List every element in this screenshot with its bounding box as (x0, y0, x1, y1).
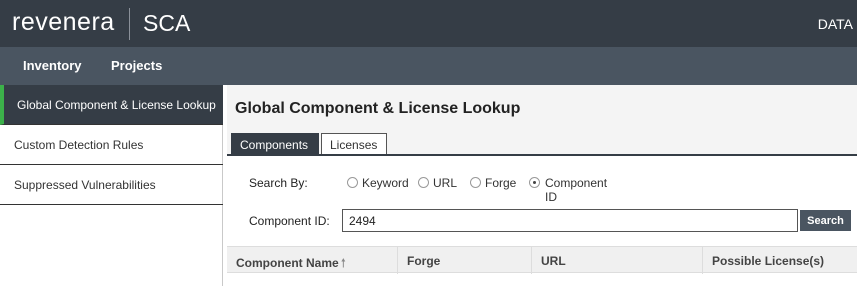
radio-label: URL (433, 176, 458, 190)
radio-component-id[interactable]: Component ID (529, 176, 619, 204)
radio-forge[interactable]: Forge (470, 176, 516, 190)
nav-item-projects[interactable]: Projects (111, 58, 162, 73)
results-table-header: Component Name 🠕 Forge URL Possible Licen… (227, 246, 857, 274)
radio-label: Forge (485, 176, 517, 190)
sidebar-item-global-lookup[interactable]: Global Component & License Lookup (0, 85, 223, 125)
sidebar-item-suppressed-vulnerabilities[interactable]: Suppressed Vulnerabilities (0, 165, 223, 205)
radio-circle-icon (470, 177, 481, 188)
sidebar-item-custom-detection-rules[interactable]: Custom Detection Rules (0, 125, 223, 165)
sidebar-item-label: Global Component & License Lookup (17, 98, 216, 112)
column-label: Component Name (236, 256, 339, 270)
main-nav: Inventory Projects (0, 47, 857, 85)
column-label: Forge (407, 254, 441, 268)
radio-circle-icon (347, 177, 358, 188)
arrow-up-icon: 🠕 (340, 256, 346, 270)
nav-item-inventory[interactable]: Inventory (23, 58, 82, 73)
product-name: SCA (143, 10, 191, 36)
column-header-url[interactable]: URL (532, 247, 703, 274)
component-id-input[interactable] (342, 209, 798, 232)
sidebar-item-label: Suppressed Vulnerabilities (14, 178, 156, 192)
page-title: Global Component & License Lookup (235, 100, 521, 117)
sidebar: Global Component & License Lookup Custom… (0, 85, 223, 286)
radio-circle-icon (418, 177, 429, 188)
column-label: URL (541, 254, 566, 268)
radio-label: Keyword (362, 176, 409, 190)
radio-label: Component ID (545, 176, 608, 204)
column-header-possible-licenses[interactable]: Possible License(s) (703, 247, 857, 274)
logo-divider (129, 8, 130, 40)
search-panel: Search By: Keyword URL Forge Component I… (227, 156, 857, 286)
brand-logo[interactable]: revenera (12, 8, 115, 37)
search-by-label: Search By: (249, 176, 308, 190)
column-header-forge[interactable]: Forge (398, 247, 532, 274)
tab-label: Licenses (330, 138, 378, 152)
header-right-menu[interactable]: DATA (818, 16, 853, 32)
search-button[interactable]: Search (800, 210, 851, 231)
tab-components[interactable]: Components (231, 133, 319, 155)
top-header: revenera SCA DATA (0, 0, 857, 47)
radio-keyword[interactable]: Keyword (347, 176, 409, 190)
column-header-component-name[interactable]: Component Name 🠕 (227, 247, 398, 274)
column-label: Possible License(s) (712, 254, 825, 268)
main-content: Global Component & License Lookup Compon… (227, 85, 857, 286)
radio-selected-icon (529, 177, 540, 188)
component-id-label: Component ID: (249, 214, 330, 228)
tab-label: Components (240, 138, 309, 152)
tab-licenses[interactable]: Licenses (321, 133, 387, 155)
radio-url[interactable]: URL (418, 176, 457, 190)
sidebar-item-label: Custom Detection Rules (14, 138, 144, 152)
